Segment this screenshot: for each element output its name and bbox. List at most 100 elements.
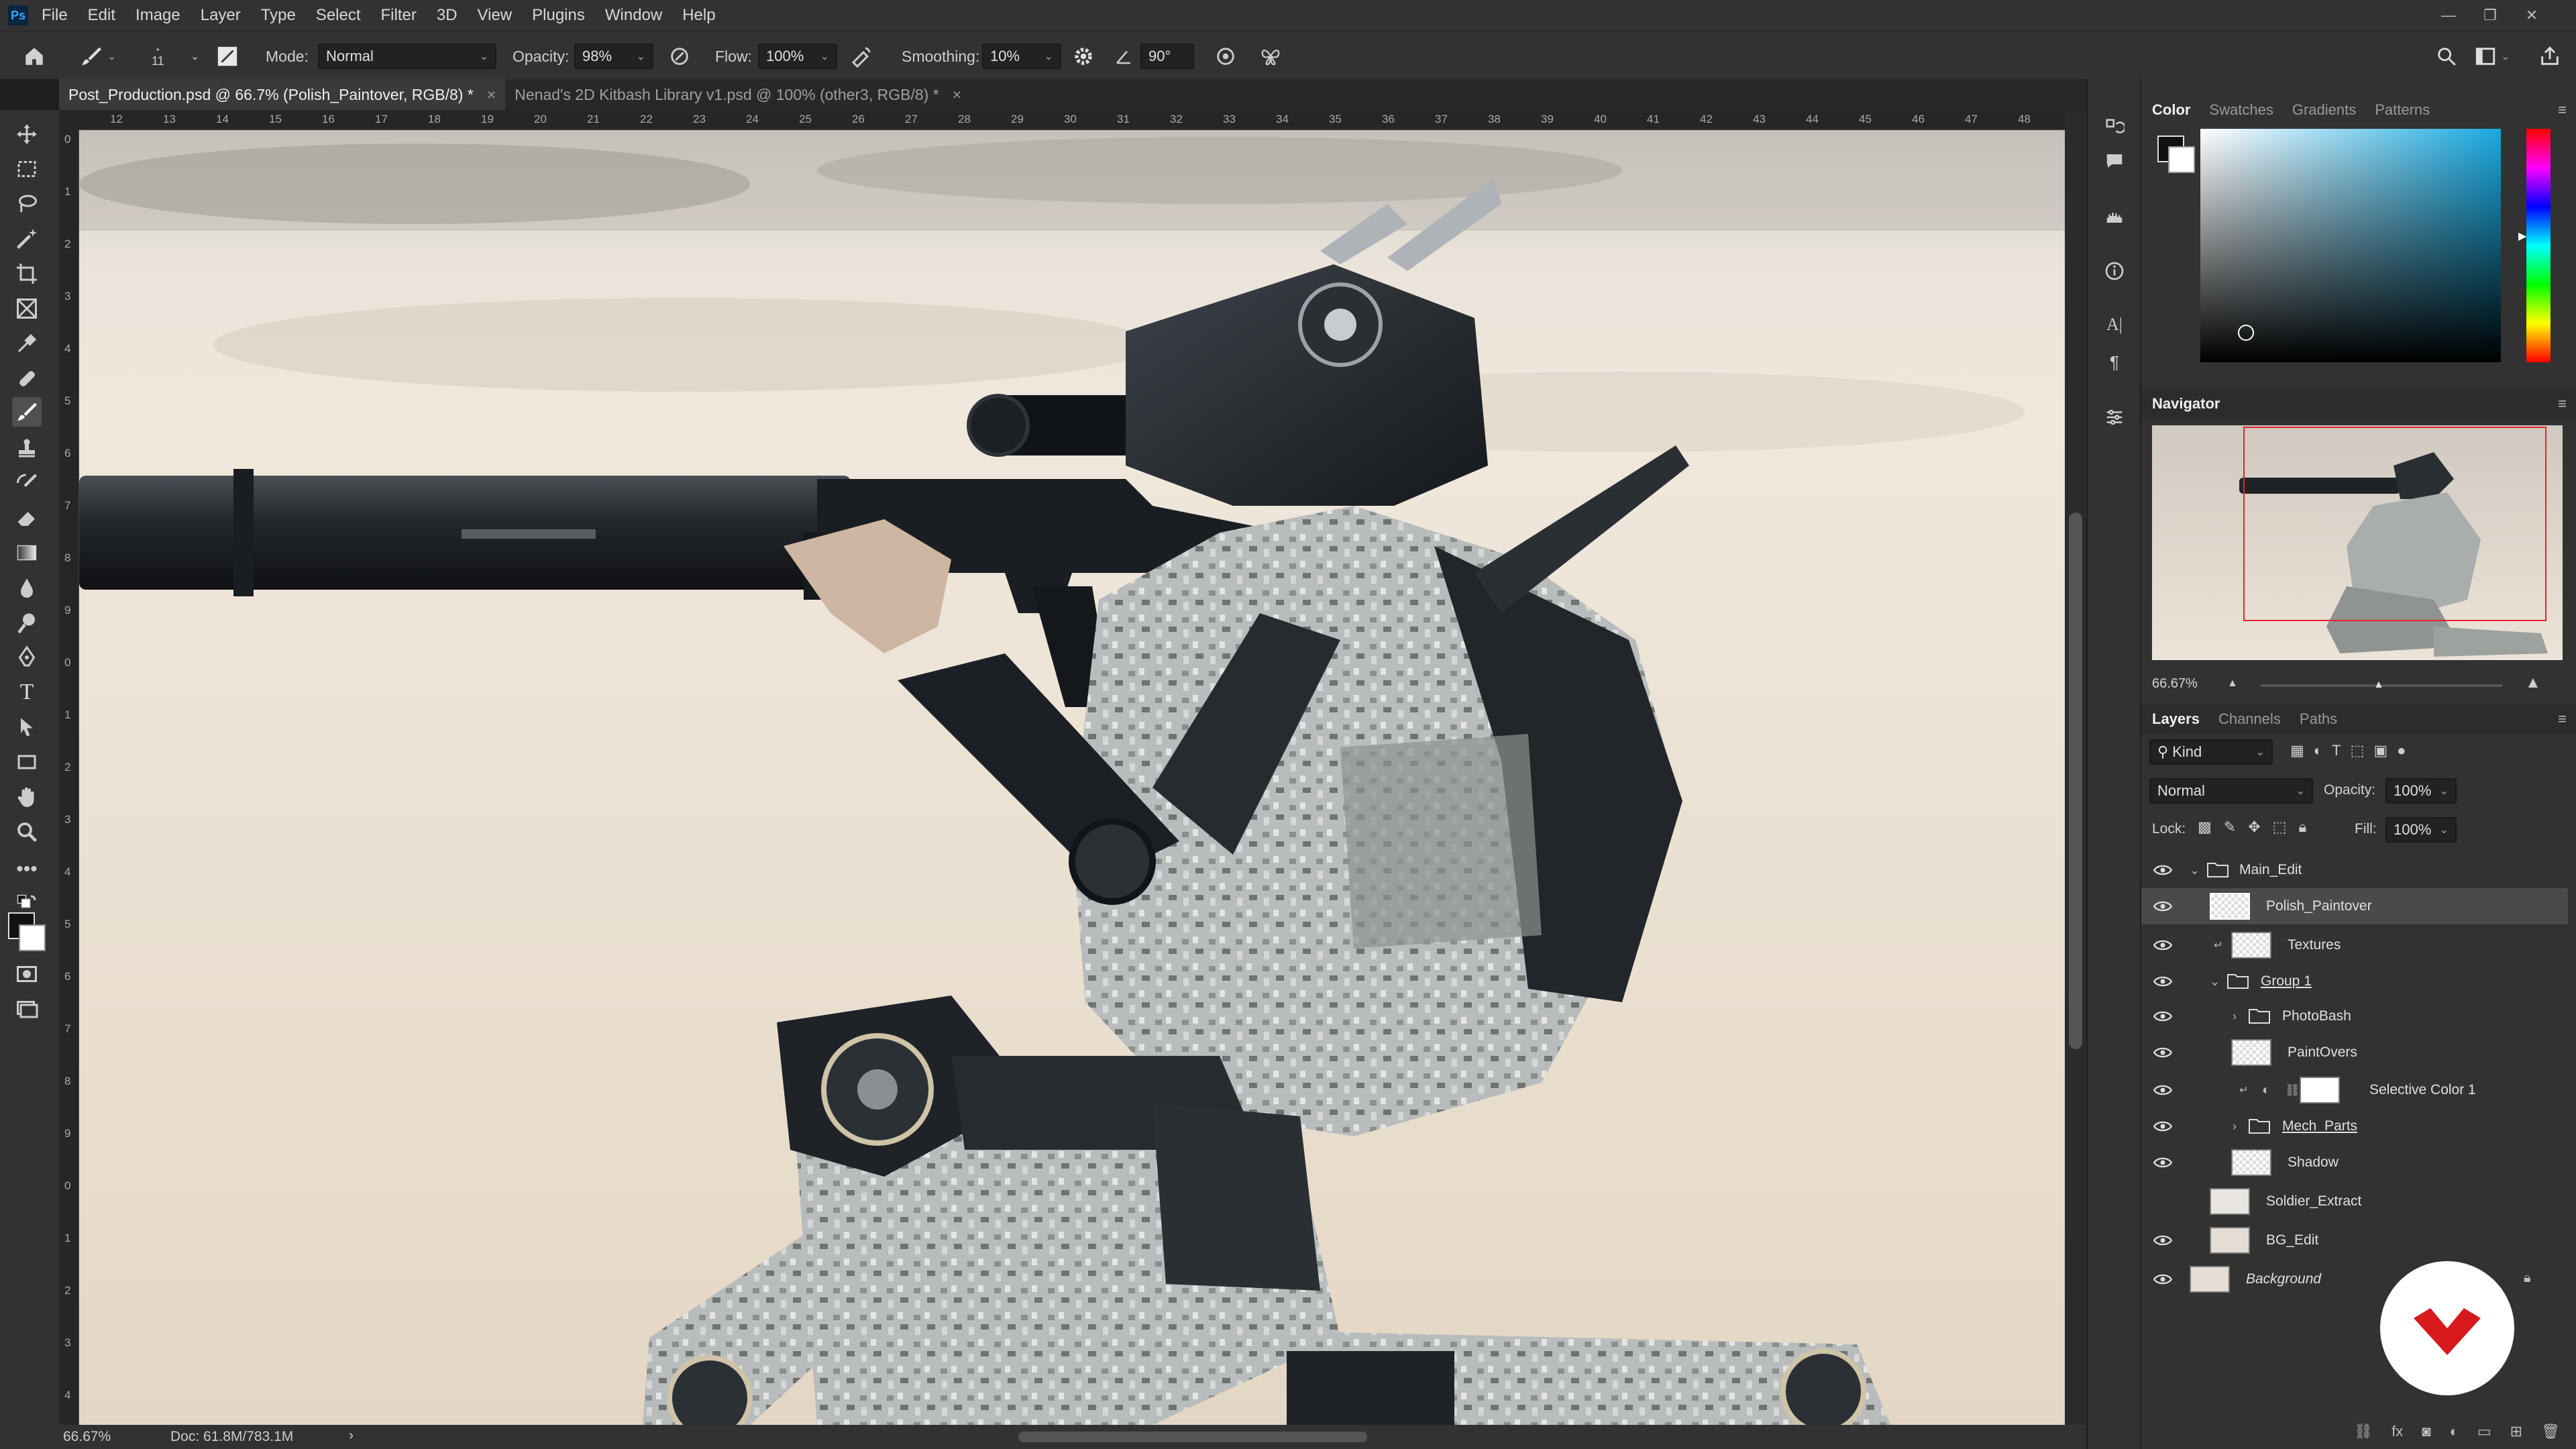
tab-patterns[interactable]: Patterns [2375, 101, 2430, 119]
collapse-chevron-icon[interactable]: › [2233, 1010, 2237, 1024]
lock-all-icon[interactable]: 🔒︎ [2298, 818, 2306, 836]
properties-panel-icon[interactable] [2101, 404, 2128, 431]
paragraph-panel-icon[interactable]: ¶ [2101, 349, 2128, 376]
visibility-eye-icon[interactable] [2153, 1046, 2172, 1059]
color-field[interactable] [2200, 129, 2501, 362]
layer-row-paintovers[interactable]: PaintOvers [2141, 1034, 2568, 1071]
document-canvas[interactable] [79, 130, 2065, 1425]
mask-link-icon[interactable]: ⛓ [2285, 1083, 2300, 1097]
zoom-readout[interactable]: 66.67% [63, 1429, 111, 1445]
brush-tool-icon[interactable] [12, 397, 42, 427]
symmetry-butterfly-icon[interactable] [1258, 32, 1283, 80]
clone-stamp-tool-icon[interactable] [12, 433, 42, 463]
type-tool-icon[interactable]: T [12, 678, 42, 707]
menu-layer[interactable]: Layer [201, 6, 241, 25]
minimize-icon[interactable]: — [2430, 0, 2467, 31]
brush-size-caret-icon[interactable]: ⌄ [191, 32, 199, 80]
filter-adjustment-icon[interactable]: ◐ [2314, 742, 2322, 759]
eyedropper-tool-icon[interactable] [12, 329, 42, 358]
menu-edit[interactable]: Edit [88, 6, 115, 25]
marquee-tool-icon[interactable] [12, 154, 42, 184]
color-picker-marker[interactable] [2238, 325, 2254, 341]
tab-kitbash-library[interactable]: Nenad's 2D Kitbash Library v1.psd @ 100%… [505, 79, 971, 110]
tab-post-production[interactable]: Post_Production.psd @ 66.7% (Polish_Pain… [59, 79, 506, 110]
flow-field[interactable]: 100% ⌄ [758, 44, 837, 69]
tab-color[interactable]: Color [2152, 101, 2190, 119]
layer-row-textures[interactable]: ↵ Textures [2141, 927, 2568, 963]
pressure-opacity-icon[interactable] [668, 32, 691, 80]
quick-mask-icon[interactable] [12, 959, 42, 989]
home-icon[interactable] [23, 32, 46, 80]
color-background-swatch[interactable] [2168, 146, 2195, 173]
filter-toggle-icon[interactable]: ● [2397, 742, 2406, 759]
filter-shape-icon[interactable]: ⬚ [2351, 742, 2365, 759]
screen-mode-icon[interactable] [12, 994, 42, 1024]
layer-fill-field[interactable]: 100% ⌄ [2385, 817, 2457, 843]
visibility-eye-icon[interactable] [2153, 1273, 2172, 1286]
scrollbar-thumb[interactable] [2069, 513, 2082, 1049]
layer-row-main-edit[interactable]: ⌄ Main_Edit [2141, 852, 2568, 888]
add-mask-icon[interactable]: ◙ [2422, 1423, 2430, 1440]
comments-panel-icon[interactable] [2101, 148, 2128, 174]
history-panel-icon[interactable] [2101, 114, 2128, 141]
lock-artboard-icon[interactable]: ⬚ [2273, 818, 2287, 836]
zoom-tool-icon[interactable] [12, 817, 42, 847]
navigator-zoom-handle-icon[interactable]: ▲ [2373, 679, 2384, 691]
visibility-eye-icon[interactable] [2153, 1156, 2172, 1169]
collapse-chevron-icon[interactable]: › [2233, 1120, 2237, 1134]
menu-3d[interactable]: 3D [437, 6, 458, 25]
histogram-panel-icon[interactable] [2101, 203, 2128, 229]
menu-filter[interactable]: Filter [381, 6, 417, 25]
share-icon[interactable] [2538, 32, 2561, 80]
move-tool-icon[interactable] [12, 119, 42, 149]
layer-row-soldier-extract[interactable]: Soldier_Extract [2141, 1183, 2568, 1220]
info-panel-icon[interactable] [2101, 258, 2128, 284]
hue-slider-marker-icon[interactable]: ▶ [2518, 229, 2526, 243]
menu-type[interactable]: Type [261, 6, 296, 25]
crop-tool-icon[interactable] [12, 259, 42, 288]
layer-filter-select[interactable]: ⚲ Kind ⌄ [2149, 739, 2273, 765]
brush-settings-toggle-icon[interactable] [216, 32, 239, 80]
path-selection-tool-icon[interactable] [12, 712, 42, 742]
lock-position-icon[interactable]: ✥ [2248, 818, 2260, 836]
new-layer-icon[interactable]: ⊞ [2510, 1423, 2522, 1440]
filter-smart-object-icon[interactable]: ▣ [2373, 742, 2387, 759]
mode-select[interactable]: Normal ⌄ [318, 44, 496, 69]
visibility-eye-icon[interactable] [2153, 1234, 2172, 1247]
smoothing-field[interactable]: 10% ⌄ [982, 44, 1061, 69]
tab-channels[interactable]: Channels [2218, 710, 2281, 728]
menu-select[interactable]: Select [316, 6, 361, 25]
tab-swatches[interactable]: Swatches [2209, 101, 2273, 119]
dodge-tool-icon[interactable] [12, 608, 42, 637]
layer-row-bg-edit[interactable]: BG_Edit [2141, 1222, 2568, 1258]
visibility-eye-icon[interactable] [2153, 975, 2172, 988]
search-icon[interactable] [2435, 32, 2458, 80]
navigator-view-box[interactable] [2243, 427, 2546, 621]
close-tab-icon[interactable]: × [953, 86, 961, 104]
new-group-icon[interactable]: ▭ [2477, 1423, 2491, 1440]
new-adjustment-layer-icon[interactable]: ◐ [2450, 1423, 2459, 1440]
close-tab-icon[interactable]: × [487, 86, 496, 104]
character-panel-icon[interactable]: A| [2101, 311, 2128, 338]
rectangle-tool-icon[interactable] [12, 747, 42, 777]
tab-gradients[interactable]: Gradients [2292, 101, 2356, 119]
workspace-icon[interactable]: ⌄ [2474, 32, 2510, 80]
navigator-zoom-slider[interactable]: ▲ [2261, 679, 2502, 690]
layer-row-group-1[interactable]: ⌄ Group 1 [2141, 963, 2568, 1000]
gradient-tool-icon[interactable] [12, 538, 42, 568]
blur-tool-icon[interactable] [12, 573, 42, 602]
eraser-tool-icon[interactable] [12, 503, 42, 533]
visibility-empty-box[interactable] [2153, 1195, 2169, 1208]
layer-mask-thumbnail[interactable] [2300, 1077, 2340, 1104]
pressure-size-icon[interactable] [1214, 32, 1237, 80]
expand-chevron-icon[interactable]: ⌄ [2190, 863, 2200, 877]
healing-brush-tool-icon[interactable] [12, 364, 42, 393]
horizontal-scrollbar-thumb[interactable] [1018, 1432, 1367, 1442]
brush-size-preview[interactable]: • 11 [152, 32, 164, 80]
menu-image[interactable]: Image [136, 6, 180, 25]
magic-wand-tool-icon[interactable] [12, 224, 42, 254]
background-color-swatch[interactable] [19, 924, 46, 951]
layer-row-mech-parts[interactable]: › Mech_Parts [2141, 1108, 2568, 1144]
visibility-eye-icon[interactable] [2153, 1010, 2172, 1023]
opacity-field[interactable]: 98% ⌄ [574, 44, 653, 69]
